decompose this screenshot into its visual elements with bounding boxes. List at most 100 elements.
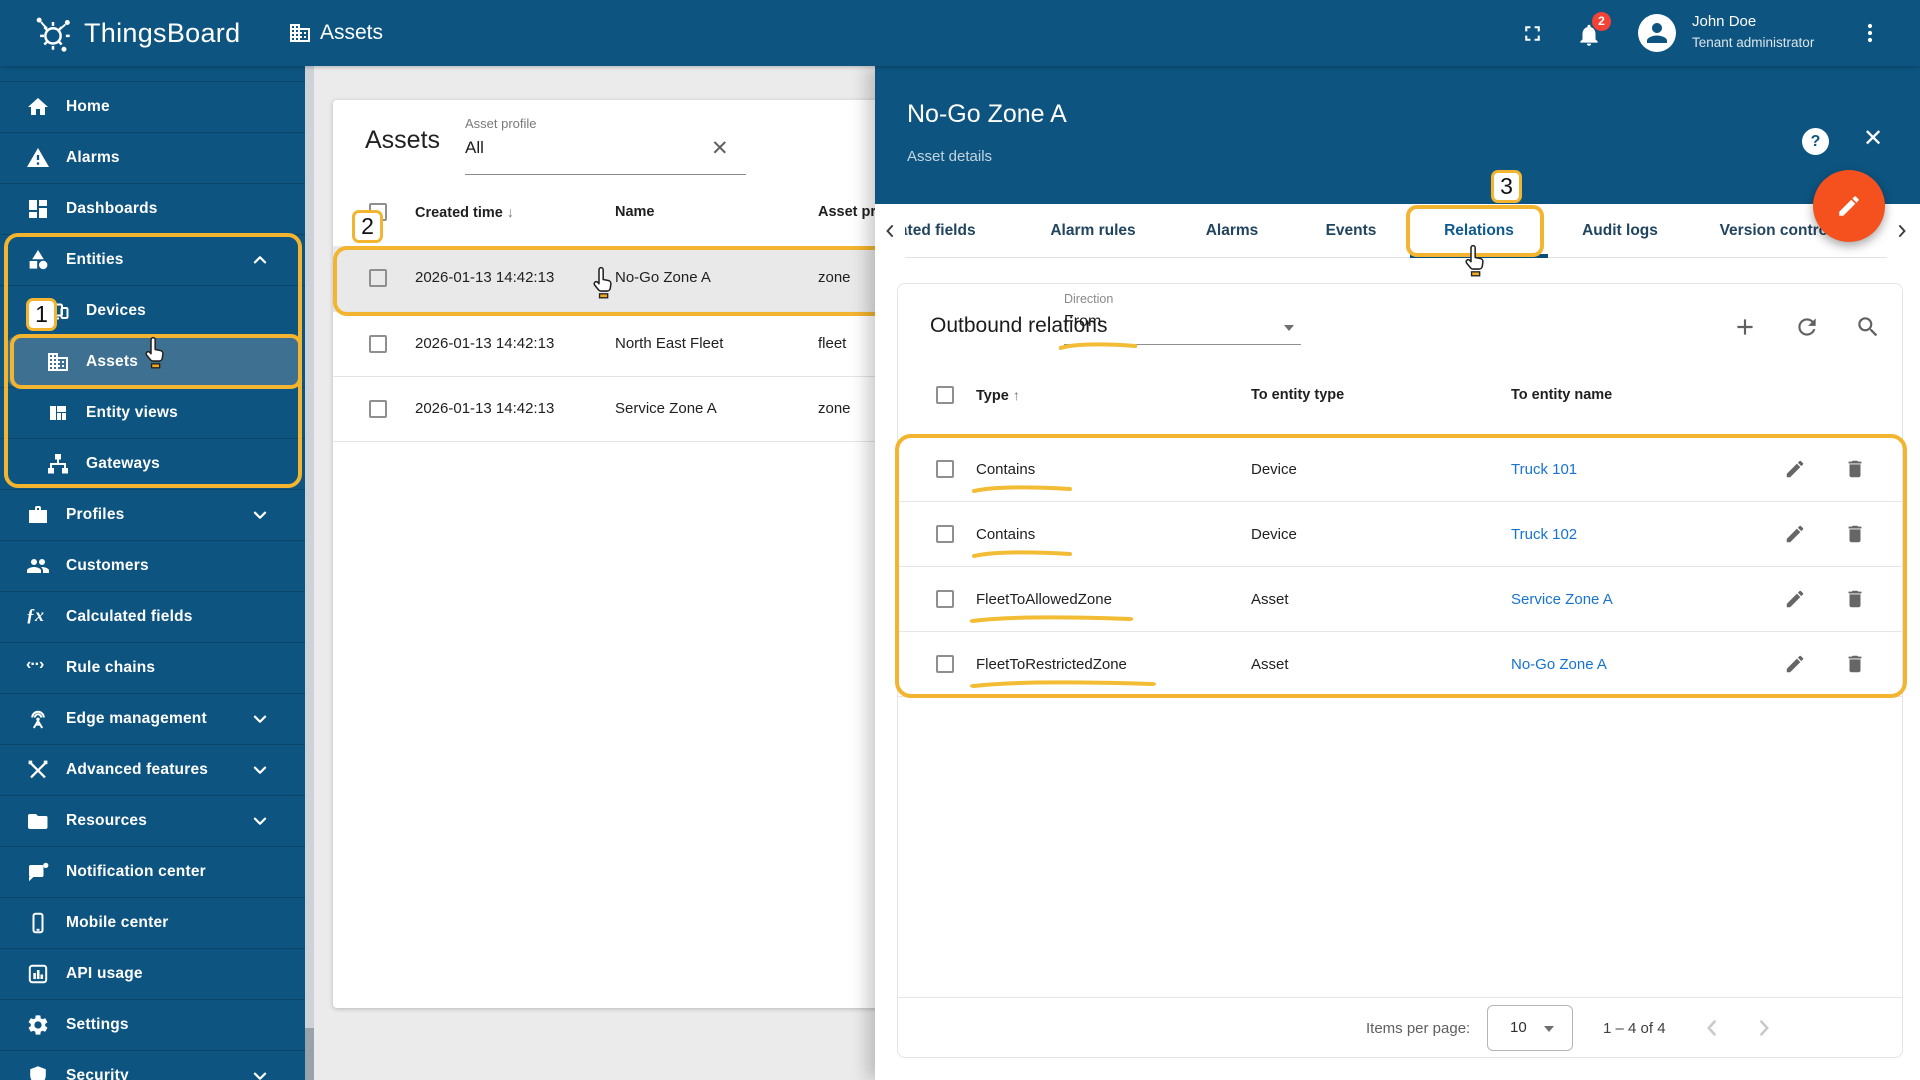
- home-icon: [26, 95, 50, 119]
- table-row[interactable]: Contains Device Truck 102: [898, 502, 1902, 567]
- direction-underline: [1064, 344, 1301, 345]
- chevron-up-icon: [249, 249, 271, 271]
- delete-trash-icon[interactable]: [1844, 653, 1866, 675]
- page-range: 1 – 4 of 4: [1603, 1020, 1666, 1037]
- edit-pencil-icon[interactable]: [1784, 523, 1806, 545]
- sidebar-item-notification-center[interactable]: Notification center: [0, 846, 305, 897]
- sidebar: Home Alarms Dashboards Entities Devices …: [0, 66, 305, 1080]
- row-checkbox[interactable]: [936, 525, 954, 543]
- sidebar-item-api-usage[interactable]: API usage: [0, 948, 305, 999]
- next-page-icon[interactable]: [1744, 1006, 1784, 1050]
- tabs-scroll-right-icon[interactable]: [1887, 204, 1920, 258]
- clear-filter-icon[interactable]: ✕: [711, 136, 729, 161]
- refresh-icon[interactable]: [1794, 314, 1820, 340]
- asset-profile-filter-value[interactable]: All: [465, 138, 484, 158]
- sidebar-item-edge-management[interactable]: Edge management: [0, 693, 305, 744]
- page-size-select[interactable]: 10: [1487, 1005, 1573, 1051]
- search-icon[interactable]: [1855, 314, 1881, 340]
- edit-pencil-icon[interactable]: [1784, 458, 1806, 480]
- sidebar-item-resources[interactable]: Resources: [0, 795, 305, 846]
- sidebar-item-label: Devices: [86, 302, 147, 319]
- sidebar-item-dashboards[interactable]: Dashboards: [0, 183, 305, 234]
- chevron-down-icon: [249, 1065, 271, 1080]
- column-name[interactable]: Name: [615, 204, 655, 220]
- tab-events[interactable]: Events: [1326, 204, 1377, 258]
- help-icon[interactable]: ?: [1802, 128, 1829, 155]
- entity-link[interactable]: No-Go Zone A: [1511, 656, 1607, 673]
- row-checkbox[interactable]: [369, 400, 387, 418]
- column-to-entity-name[interactable]: To entity name: [1511, 387, 1612, 403]
- asset-profile-filter-label: Asset profile: [465, 116, 537, 131]
- sidebar-item-label: Dashboards: [66, 200, 158, 217]
- row-checkbox[interactable]: [936, 655, 954, 673]
- table-row[interactable]: 2026-01-13 14:42:13 Service Zone A zone: [333, 377, 923, 442]
- edit-fab-button[interactable]: [1813, 170, 1885, 242]
- thingsboard-app: ThingsBoard Assets 2 John Doe Tenant adm…: [0, 0, 1920, 1080]
- entity-link[interactable]: Truck 101: [1511, 461, 1577, 478]
- assets-card-title: Assets: [365, 126, 441, 154]
- row-checkbox[interactable]: [369, 335, 387, 353]
- table-row[interactable]: FleetToRestrictedZone Asset No-Go Zone A: [898, 632, 1902, 697]
- column-type[interactable]: Type ↑: [976, 387, 1020, 404]
- table-row[interactable]: Contains Device Truck 101: [898, 437, 1902, 502]
- thingsboard-logo-icon: [32, 12, 74, 54]
- entity-link[interactable]: Service Zone A: [1511, 591, 1613, 608]
- add-relation-icon[interactable]: [1732, 314, 1758, 340]
- cell-type: FleetToAllowedZone: [976, 591, 1112, 608]
- avatar[interactable]: [1638, 14, 1676, 52]
- tab-relations[interactable]: Relations: [1444, 204, 1514, 258]
- cell-name[interactable]: North East Fleet: [615, 335, 723, 352]
- sidebar-item-calculated-fields[interactable]: ƒx Calculated fields: [0, 591, 305, 642]
- entity-link[interactable]: Truck 102: [1511, 526, 1577, 543]
- scrollbar-thumb[interactable]: [305, 1028, 314, 1080]
- rule-chain-icon: ‹··›: [26, 656, 44, 673]
- direction-select[interactable]: From: [1064, 313, 1101, 331]
- sidebar-item-advanced-features[interactable]: Advanced features: [0, 744, 305, 795]
- top-bar: ThingsBoard Assets 2 John Doe Tenant adm…: [0, 0, 1920, 66]
- sidebar-item-entity-views[interactable]: Entity views: [0, 387, 305, 438]
- sidebar-item-alarms[interactable]: Alarms: [0, 132, 305, 183]
- table-row[interactable]: 2026-01-13 14:42:13 North East Fleet fle…: [333, 312, 923, 377]
- column-to-entity-type[interactable]: To entity type: [1251, 387, 1344, 403]
- select-all-checkbox[interactable]: [369, 203, 387, 221]
- cell-created-time: 2026-01-13 14:42:13: [415, 400, 555, 417]
- column-created-time[interactable]: Created time ↓: [415, 204, 514, 221]
- tab-alarms[interactable]: Alarms: [1206, 204, 1259, 258]
- logo-text: ThingsBoard: [84, 18, 241, 48]
- kebab-menu-icon[interactable]: [1858, 21, 1882, 45]
- row-checkbox[interactable]: [936, 460, 954, 478]
- table-row[interactable]: FleetToAllowedZone Asset Service Zone A: [898, 567, 1902, 632]
- delete-trash-icon[interactable]: [1844, 458, 1866, 480]
- sidebar-item-rule-chains[interactable]: ‹··› Rule chains: [0, 642, 305, 693]
- sidebar-item-entities[interactable]: Entities: [0, 234, 305, 285]
- sidebar-item-settings[interactable]: Settings: [0, 999, 305, 1050]
- select-all-checkbox[interactable]: [936, 386, 954, 404]
- tab-audit-logs[interactable]: Audit logs: [1582, 204, 1658, 258]
- sidebar-item-security[interactable]: Security: [0, 1050, 305, 1080]
- sidebar-item-gateways[interactable]: Gateways: [0, 438, 305, 489]
- edit-pencil-icon[interactable]: [1784, 588, 1806, 610]
- sidebar-item-devices[interactable]: Devices: [0, 285, 305, 336]
- tab-alarm-rules[interactable]: Alarm rules: [1050, 204, 1135, 258]
- cell-name[interactable]: Service Zone A: [615, 400, 717, 417]
- tabs-scroll-left-icon[interactable]: [875, 204, 905, 258]
- sidebar-item-home[interactable]: Home: [0, 81, 305, 132]
- sidebar-item-assets[interactable]: Assets: [7, 336, 298, 387]
- sidebar-item-mobile-center[interactable]: Mobile center: [0, 897, 305, 948]
- edit-pencil-icon[interactable]: [1784, 653, 1806, 675]
- delete-trash-icon[interactable]: [1844, 588, 1866, 610]
- close-icon[interactable]: ✕: [1863, 124, 1883, 153]
- sidebar-item-customers[interactable]: Customers: [0, 540, 305, 591]
- devices-icon: [46, 299, 70, 323]
- delete-trash-icon[interactable]: [1844, 523, 1866, 545]
- sidebar-item-profiles[interactable]: Profiles: [0, 489, 305, 540]
- sidebar-item-label: Entities: [66, 251, 124, 268]
- sidebar-scrollbar[interactable]: [305, 66, 314, 1080]
- quilt-icon: [46, 401, 70, 425]
- row-checkbox[interactable]: [936, 590, 954, 608]
- details-subtitle: Asset details: [907, 148, 993, 165]
- sidebar-item-label: Gateways: [86, 455, 160, 472]
- previous-page-icon[interactable]: [1692, 1006, 1732, 1050]
- fullscreen-icon[interactable]: [1520, 21, 1545, 46]
- dropdown-caret-icon: [1544, 1026, 1554, 1032]
